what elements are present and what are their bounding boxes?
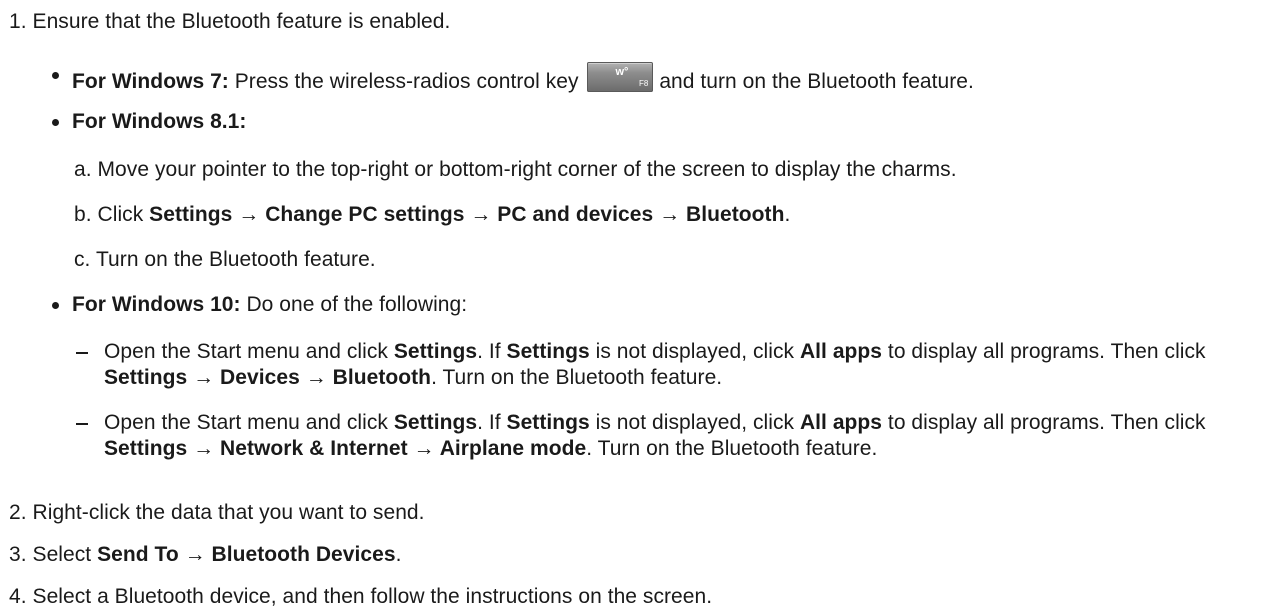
settings-bold: Settings [393, 340, 478, 363]
step-number: 3. [9, 543, 27, 566]
substep-text-post: . [784, 203, 791, 226]
step-number: 1. [9, 10, 27, 33]
option-text: to display all programs. Then click [882, 411, 1206, 434]
option-text: . Turn on the Bluetooth feature. [586, 437, 878, 460]
all-apps-bold: All apps [799, 411, 883, 434]
antenna-icon: ᴡ° [615, 66, 629, 78]
windows-10-instruction: For Windows 10: Do one of the following: [72, 292, 467, 318]
option-text: is not displayed, click [589, 340, 800, 363]
all-apps-bold: All apps [799, 340, 883, 363]
substep-letter: b. [74, 203, 92, 226]
windows-81-label: For Windows 8.1: [72, 110, 247, 133]
substep-text: Move your pointer to the top-right or bo… [97, 158, 957, 181]
step-number: 2. [9, 501, 27, 524]
bullet-icon [52, 119, 59, 126]
bullet-icon [52, 72, 59, 79]
step-text-pre: Select [32, 543, 98, 566]
substep-letter: a. [74, 158, 92, 181]
settings-path: Settings → Devices → Bluetooth [104, 366, 432, 389]
windows-81-step-b: b. Click Settings → Change PC settings →… [74, 202, 790, 228]
option-text: to display all programs. Then click [882, 340, 1206, 363]
wireless-radios-key-icon: ᴡ° F8 [587, 62, 654, 92]
windows-81-step-c: c. Turn on the Bluetooth feature. [74, 247, 376, 273]
step-3: 3. Select Send To → Bluetooth Devices. [9, 542, 401, 568]
substep-text: Turn on the Bluetooth feature. [95, 248, 376, 271]
windows-81-label-line: For Windows 8.1: [72, 109, 246, 135]
substep-letter: c. [74, 248, 91, 271]
option-text: Open the Start menu and click [104, 411, 394, 434]
dash-icon [76, 423, 88, 425]
step-text-post: . [395, 543, 402, 566]
f8-key-label: F8 [639, 79, 649, 88]
step-text: Select a Bluetooth device, and then foll… [32, 585, 713, 608]
send-to-path: Send To → Bluetooth Devices [97, 543, 396, 566]
windows-10-label: For Windows 10: [72, 293, 241, 316]
windows-10-option-2: Open the Start menu and click Settings. … [104, 410, 1254, 462]
substep-text-pre: Click [97, 203, 150, 226]
windows-7-text: Press the wireless-radios control key [228, 70, 579, 93]
windows-81-step-a: a. Move your pointer to the top-right or… [74, 157, 957, 183]
settings-path: Settings → Network & Internet → Airplane… [104, 437, 587, 460]
settings-path: Settings → Change PC settings → PC and d… [149, 203, 785, 226]
step-text: Ensure that the Bluetooth feature is ena… [32, 10, 451, 33]
settings-bold: Settings [506, 340, 590, 363]
step-4: 4. Select a Bluetooth device, and then f… [9, 584, 712, 610]
option-text: . Turn on the Bluetooth feature. [431, 366, 723, 389]
settings-bold: Settings [393, 411, 478, 434]
option-text: . If [477, 340, 507, 363]
option-text: is not displayed, click [589, 411, 800, 434]
windows-7-label: For Windows 7: [72, 70, 229, 93]
dash-icon [76, 352, 88, 354]
windows-7-instruction: For Windows 7: Press the wireless-radios… [72, 62, 974, 95]
option-text: Open the Start menu and click [104, 340, 394, 363]
step-1: 1. Ensure that the Bluetooth feature is … [9, 9, 450, 35]
windows-7-text-after: and turn on the Bluetooth feature. [653, 70, 974, 93]
bullet-icon [52, 302, 59, 309]
step-2: 2. Right-click the data that you want to… [9, 500, 425, 526]
step-number: 4. [9, 585, 27, 608]
settings-bold: Settings [506, 411, 590, 434]
option-text: . If [477, 411, 507, 434]
windows-10-option-1: Open the Start menu and click Settings. … [104, 339, 1254, 391]
windows-10-text: Do one of the following: [240, 293, 468, 316]
step-text: Right-click the data that you want to se… [32, 501, 425, 524]
